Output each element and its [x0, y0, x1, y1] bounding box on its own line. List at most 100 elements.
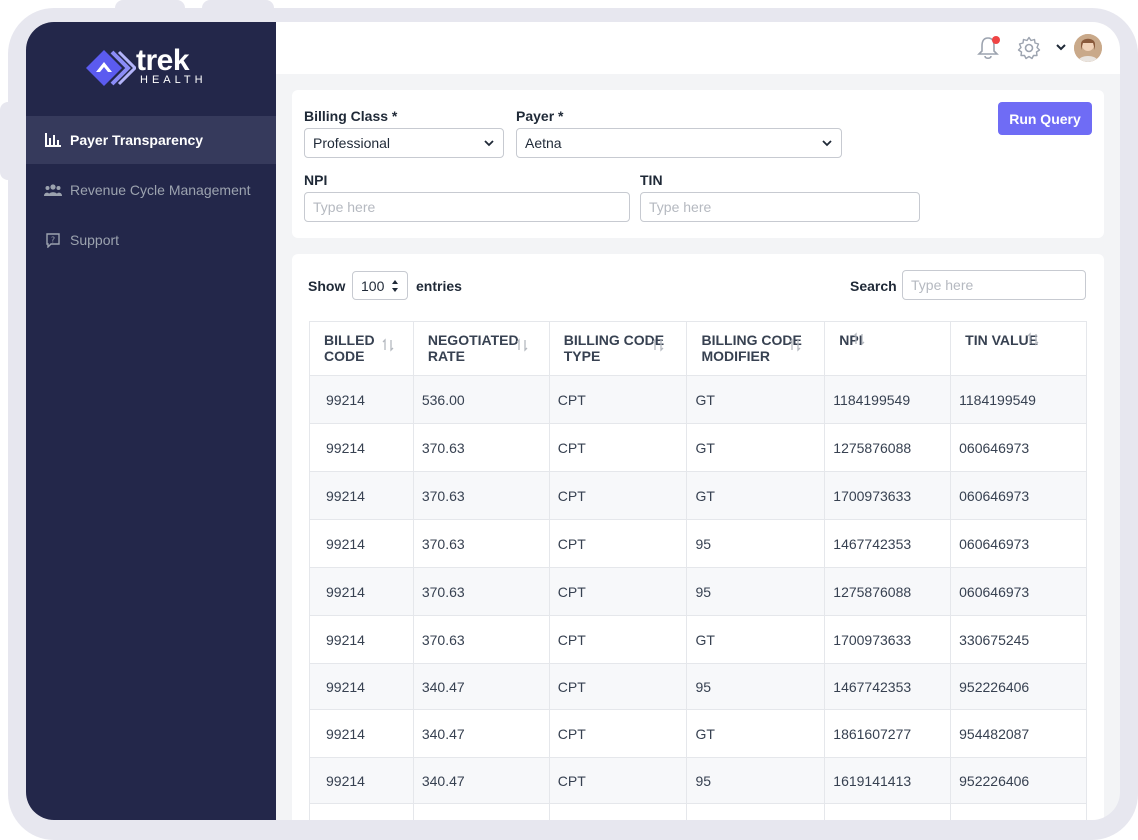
sidebar-item-label: Support [70, 232, 120, 248]
table-cell: 99214 [309, 423, 414, 472]
sort-icon[interactable] [789, 338, 801, 355]
column-header[interactable]: BILLED CODE [309, 321, 414, 376]
billing-class-value: Professional [313, 135, 391, 151]
table-cell: 1275876088 [824, 567, 952, 616]
table-row[interactable]: 99214 370.63 CPT GT 1700973633 060646973 [309, 471, 1087, 520]
users-icon [44, 181, 62, 199]
table-cell: GT [686, 709, 826, 758]
sort-icon[interactable] [1027, 332, 1039, 349]
table-cell: 536.00 [412, 375, 550, 424]
table-cell: 99214 [309, 663, 414, 710]
sort-icon[interactable] [382, 338, 394, 355]
sidebar: trek HEALTH Payer Transparency Revenue C… [26, 22, 276, 820]
sidebar-item-payer-transparency[interactable]: Payer Transparency [26, 116, 276, 164]
table-cell: 060646973 [950, 423, 1087, 472]
table-cell: CPT [548, 757, 688, 804]
table-cell: 99214 [309, 709, 414, 758]
table-cell: 370.63 [412, 423, 550, 472]
table-row[interactable]: 99214 340.47 CPT GT 1861607277 954482087 [309, 709, 1087, 758]
table-cell: 1861607277 [824, 709, 952, 758]
table-cell: 340.47 [412, 663, 550, 710]
avatar[interactable] [1074, 34, 1102, 62]
trek-health-logo[interactable]: trek HEALTH [84, 44, 214, 90]
table-cell [309, 803, 414, 820]
gear-icon[interactable] [1017, 36, 1041, 60]
table-cell: GT [686, 375, 826, 424]
table-cell: 954482087 [950, 709, 1087, 758]
run-query-button[interactable]: Run Query [998, 102, 1092, 135]
sort-icon[interactable] [516, 338, 528, 355]
table-cell: CPT [548, 567, 688, 616]
column-header[interactable]: BILLING CODE MODIFIER [686, 321, 826, 376]
table-cell: 060646973 [950, 519, 1087, 568]
table-cell [548, 803, 688, 820]
sidebar-item-support[interactable]: ? Support [26, 216, 276, 264]
table-cell: 99214 [309, 375, 414, 424]
npi-input[interactable] [304, 192, 630, 222]
npi-label: NPI [304, 172, 328, 188]
show-label: Show [308, 278, 346, 294]
column-header[interactable]: NPI [824, 321, 952, 376]
table-cell: 1700973633 [824, 615, 952, 664]
table-cell: CPT [548, 423, 688, 472]
bar-chart-icon [44, 131, 62, 149]
sidebar-item-revenue-cycle-management[interactable]: Revenue Cycle Management [26, 166, 276, 214]
table-cell: 370.63 [412, 615, 550, 664]
table-cell [686, 803, 826, 820]
billing-class-select[interactable]: Professional [304, 128, 504, 158]
brand-sub: HEALTH [140, 74, 207, 86]
table-row[interactable]: 99214 370.63 CPT GT 1275876088 060646973 [309, 423, 1087, 472]
table-cell: 1467742353 [824, 519, 952, 568]
chevron-down-icon [822, 140, 832, 147]
table-cell: CPT [548, 709, 688, 758]
updown-arrows-icon [392, 280, 398, 292]
table-row[interactable] [309, 803, 1087, 820]
payer-value: Aetna [525, 135, 562, 151]
column-header[interactable]: TIN VALUE [950, 321, 1087, 376]
table-cell: 99214 [309, 757, 414, 804]
table-cell: CPT [548, 615, 688, 664]
table-body: 99214 536.00 CPT GT 1184199549 1184199549 9921… [309, 375, 1087, 820]
table-row[interactable]: 99214 536.00 CPT GT 1184199549 1184199549 [309, 375, 1087, 424]
search-input[interactable] [902, 270, 1086, 300]
table-cell: 1619141413 [824, 757, 952, 804]
table-cell: 330675245 [950, 615, 1087, 664]
table-cell: 1275876088 [824, 423, 952, 472]
tin-input[interactable] [640, 192, 920, 222]
table-row[interactable]: 99214 370.63 CPT GT 1700973633 330675245 [309, 615, 1087, 664]
column-header[interactable]: BILLING CODE TYPE [548, 321, 688, 376]
sidebar-item-label: Revenue Cycle Management [70, 182, 251, 198]
table-cell: 95 [686, 757, 826, 804]
results-table: BILLED CODE NEGOTIATED RATE BILLING CODE TYPE… [309, 321, 1087, 820]
table-row[interactable]: 99214 340.47 CPT 95 1467742353 952226406 [309, 663, 1087, 710]
table-cell: CPT [548, 471, 688, 520]
sort-icon[interactable] [853, 332, 865, 349]
table-row[interactable]: 99214 370.63 CPT 95 1467742353 060646973 [309, 519, 1087, 568]
help-chat-icon: ? [44, 231, 62, 249]
tin-label: TIN [640, 172, 663, 188]
table-cell: 99214 [309, 519, 414, 568]
table-row[interactable]: 99214 370.63 CPT 95 1275876088 060646973 [309, 567, 1087, 616]
table-cell: 060646973 [950, 471, 1087, 520]
table-cell: CPT [548, 663, 688, 710]
table-cell: 1184199549 [824, 375, 952, 424]
sort-icon[interactable] [652, 338, 664, 355]
table-cell: 99214 [309, 471, 414, 520]
column-header[interactable]: NEGOTIATED RATE [412, 321, 550, 376]
query-filters-card: Billing Class * Professional Payer * Aet… [292, 90, 1104, 238]
table-cell: 340.47 [412, 709, 550, 758]
billing-class-label: Billing Class * [304, 108, 398, 124]
table-cell: 95 [686, 567, 826, 616]
trek-logo-mark-icon [86, 50, 136, 86]
table-cell: 99214 [309, 567, 414, 616]
chevron-down-icon[interactable] [1055, 42, 1067, 52]
entries-value: 100 [361, 278, 385, 294]
column-header-label: TIN VALUE [965, 332, 1038, 348]
entries-select[interactable]: 100 [352, 271, 408, 300]
payer-select[interactable]: Aetna [516, 128, 842, 158]
table-row[interactable]: 99214 340.47 CPT 95 1619141413 952226406 [309, 757, 1087, 804]
payer-label: Payer * [516, 108, 564, 124]
table-cell: 370.63 [412, 471, 550, 520]
table-cell: 370.63 [412, 519, 550, 568]
entries-label: entries [416, 278, 462, 294]
